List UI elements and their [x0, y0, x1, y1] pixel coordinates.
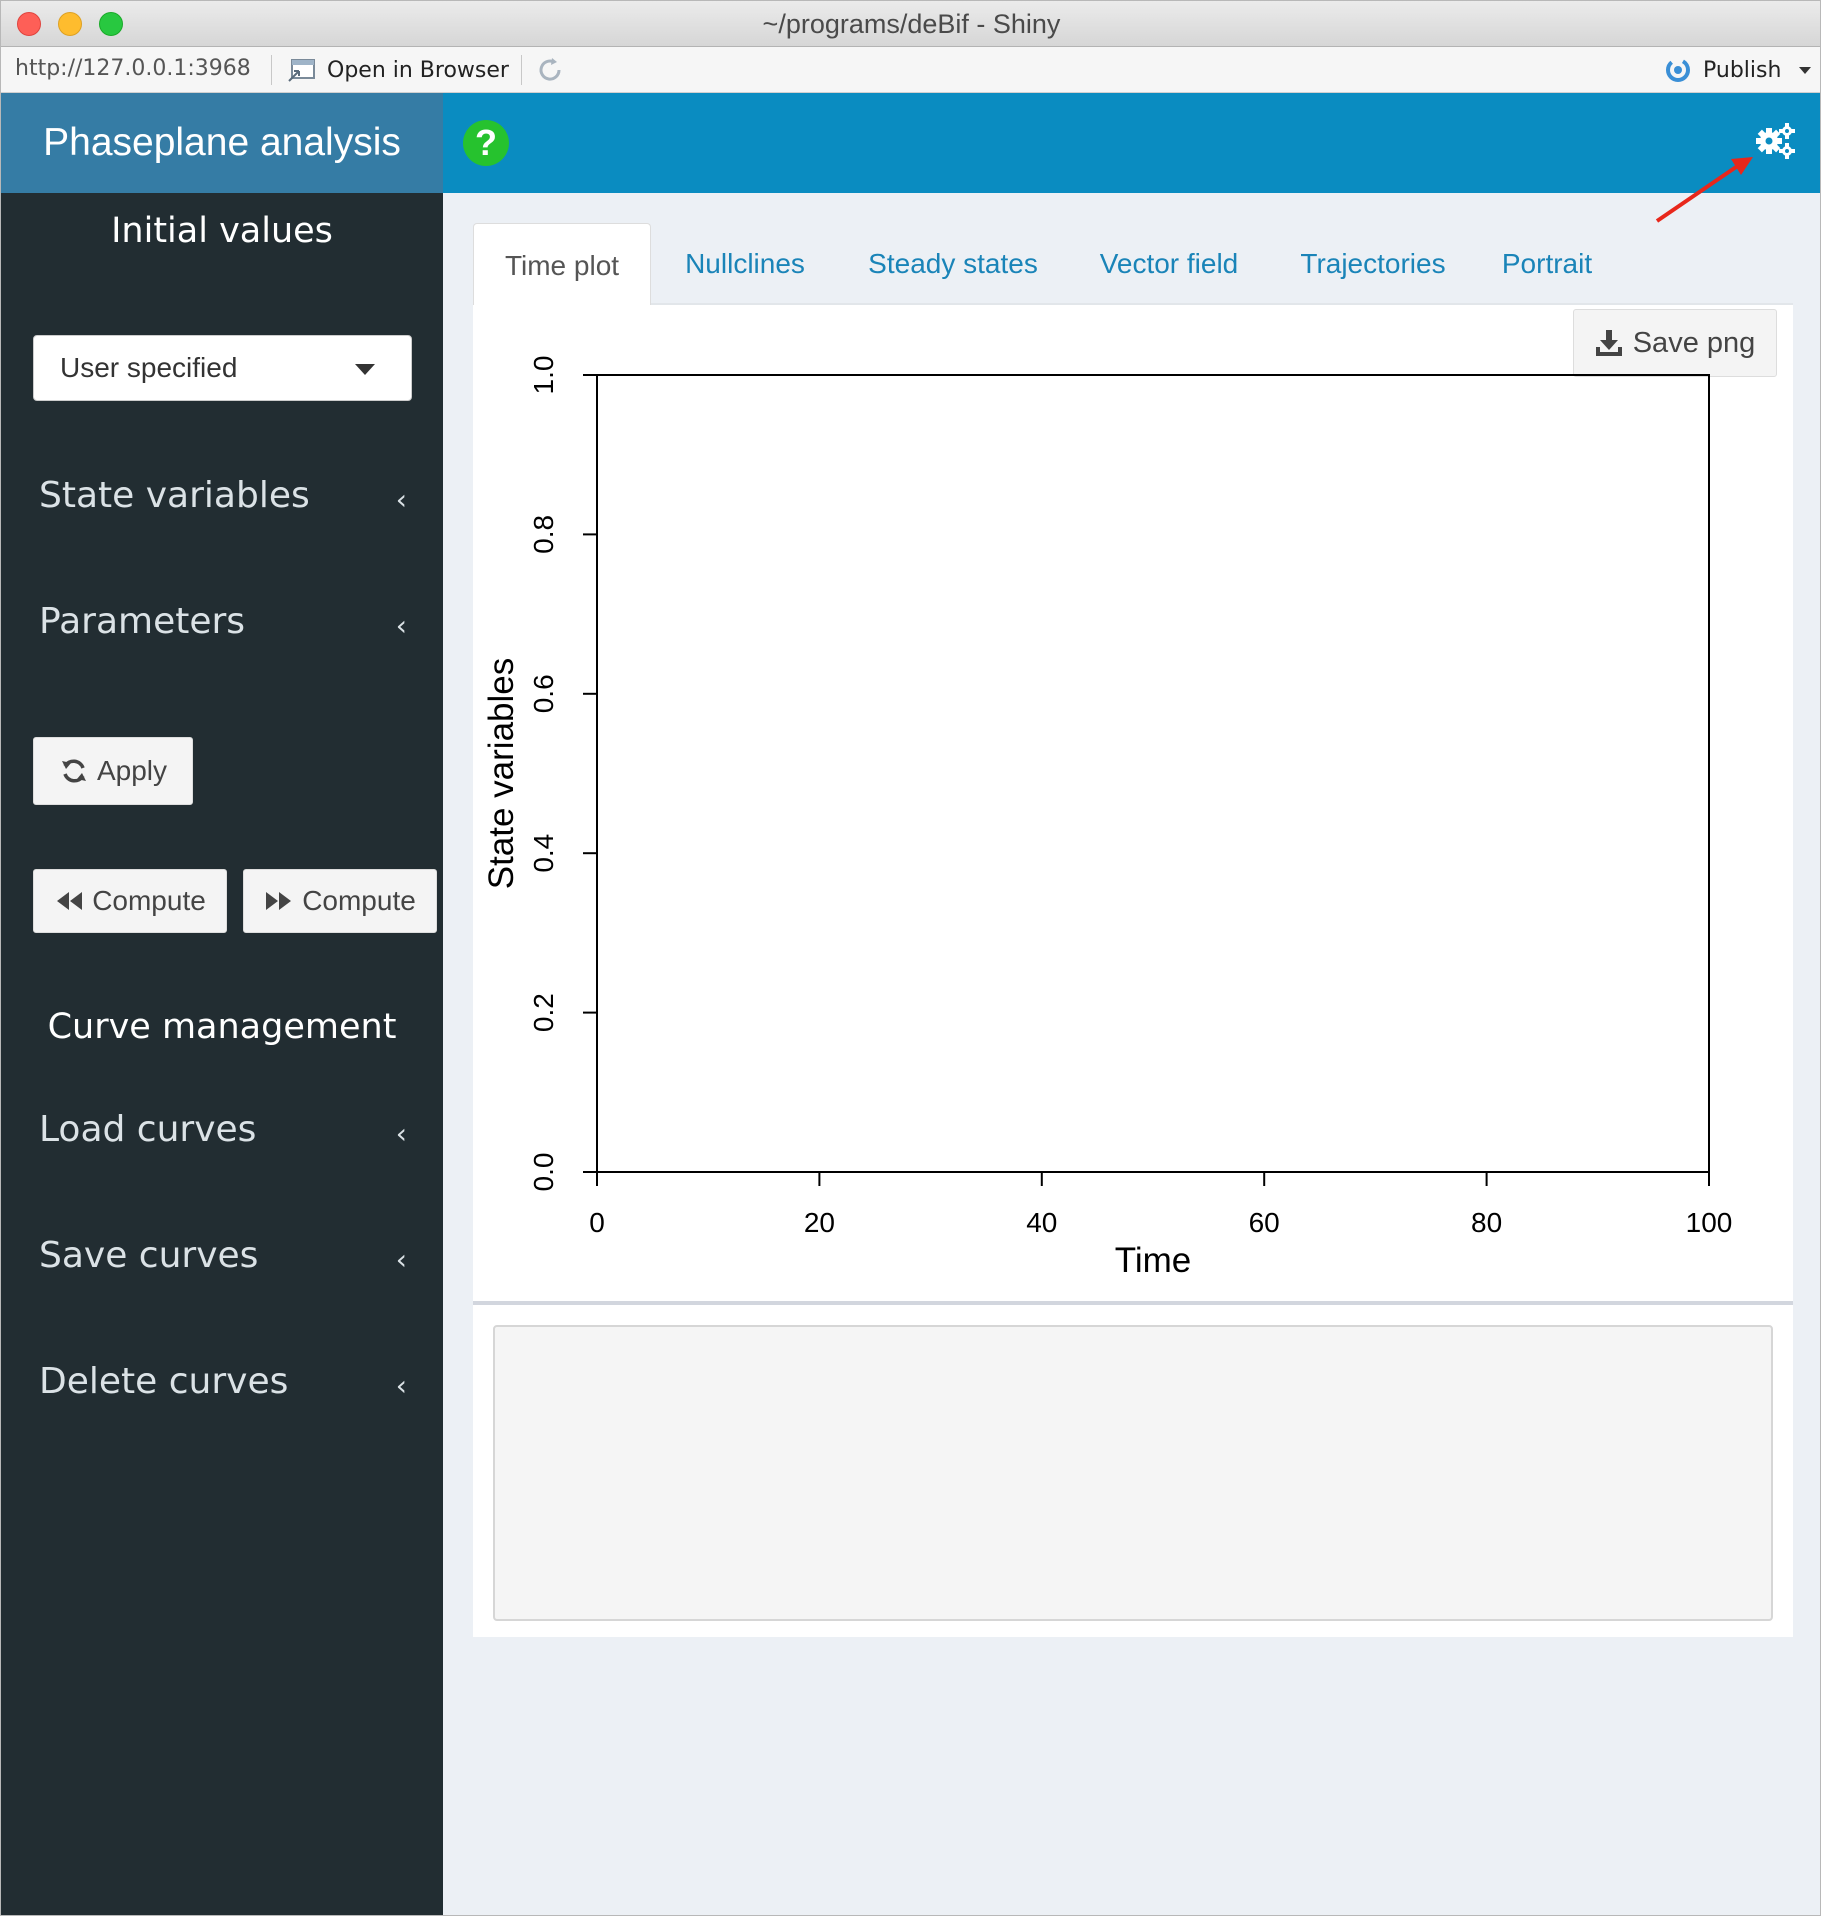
apply-label: Apply [96, 755, 168, 786]
sidebar-item-save-curves[interactable]: Save curves ‹ [1, 1225, 443, 1285]
x-tick-label: 60 [1249, 1207, 1280, 1238]
initial-values-select[interactable]: User specified [33, 335, 412, 401]
top-navbar: ? [443, 93, 1820, 193]
tab-time-plot[interactable]: Time plot [473, 223, 651, 307]
compute-forward-label: Compute [302, 885, 416, 916]
tab-bar: Time plot Nullclines Steady states Vecto… [473, 223, 1793, 307]
open-in-browser-label: Open in Browser [327, 57, 509, 83]
chevron-left-icon: ‹ [395, 483, 407, 516]
sidebar-item-label: Load curves [39, 1108, 257, 1150]
sidebar-item-label: State variables [39, 474, 310, 516]
sidebar-item-label: Save curves [39, 1234, 259, 1276]
output-panel [473, 1305, 1793, 1637]
app-window: ~/programs/deBif - Shiny http://127.0.0.… [0, 0, 1821, 1916]
curve-management-heading: Curve management [47, 1007, 397, 1047]
forward-icon [266, 892, 292, 910]
x-tick-label: 80 [1471, 1207, 1502, 1238]
apply-button[interactable]: Apply [33, 737, 193, 805]
chevron-left-icon: ‹ [395, 1243, 407, 1276]
initial-values-heading: Initial values [111, 211, 333, 251]
select-value: User specified [60, 352, 238, 383]
publish-button[interactable]: Publish [1661, 54, 1812, 86]
open-in-browser-button[interactable]: Open in Browser [287, 54, 509, 86]
y-tick-label: 1.0 [528, 356, 559, 395]
x-tick-label: 100 [1686, 1207, 1733, 1238]
tab-nullclines[interactable]: Nullclines [663, 223, 827, 305]
tab-vector-field[interactable]: Vector field [1077, 223, 1261, 305]
refresh-icon[interactable] [535, 55, 565, 85]
backward-icon [57, 892, 83, 910]
chevron-down-icon[interactable] [1799, 66, 1812, 74]
publish-icon [1666, 58, 1690, 82]
tab-trajectories[interactable]: Trajectories [1285, 223, 1461, 305]
tab-portrait[interactable]: Portrait [1483, 223, 1611, 305]
tab-steady-states[interactable]: Steady states [853, 223, 1053, 305]
y-axis-label: State variables [482, 658, 521, 890]
open-in-browser-icon [288, 59, 315, 82]
y-tick-label: 0.0 [528, 1153, 559, 1192]
x-axis-label: Time [1115, 1241, 1191, 1280]
toolbar-divider [521, 55, 522, 85]
sidebar-item-state-variables[interactable]: State variables ‹ [1, 465, 443, 525]
x-tick-label: 0 [589, 1207, 605, 1238]
url-label: http://127.0.0.1:3968 [15, 56, 251, 81]
sidebar-item-parameters[interactable]: Parameters ‹ [1, 591, 443, 651]
x-tick-label: 40 [1026, 1207, 1057, 1238]
sidebar-item-label: Parameters [39, 600, 246, 642]
compute-forward-button[interactable]: Compute [243, 869, 437, 933]
sidebar-item-delete-curves[interactable]: Delete curves ‹ [1, 1351, 443, 1411]
plot-frame [596, 374, 1710, 1173]
refresh-icon [61, 759, 86, 783]
sidebar: Initial values User specified State vari… [1, 193, 443, 1915]
app-logo: Phaseplane analysis [1, 93, 443, 193]
sidebar-item-label: Delete curves [39, 1360, 289, 1402]
caret-down-icon [355, 364, 375, 375]
window-title: ~/programs/deBif - Shiny [762, 9, 1061, 39]
y-tick-label: 0.8 [528, 515, 559, 554]
compute-backward-label: Compute [92, 885, 206, 916]
chevron-left-icon: ‹ [395, 1369, 407, 1402]
console-output [493, 1325, 1773, 1621]
annotation-arrow [1655, 157, 1753, 223]
y-tick-label: 0.2 [528, 993, 559, 1032]
chevron-left-icon: ‹ [395, 1117, 407, 1150]
sidebar-item-load-curves[interactable]: Load curves ‹ [1, 1099, 443, 1159]
chevron-left-icon: ‹ [395, 609, 407, 642]
publish-label: Publish [1703, 57, 1782, 83]
toolbar-divider [271, 55, 272, 85]
window-titlebar: ~/programs/deBif - Shiny [1, 1, 1820, 47]
help-button[interactable]: ? [463, 120, 509, 166]
time-plot-chart: 0 20 40 60 80 100 0.0 0.2 0.4 0.6 0.8 1.0 Time State … [482, 356, 1733, 1280]
viewer-toolbar: http://127.0.0.1:3968 Open in Browser Pu… [1, 47, 1820, 93]
x-tick-label: 20 [804, 1207, 835, 1238]
y-tick-label: 0.4 [528, 834, 559, 873]
y-tick-label: 0.6 [528, 674, 559, 713]
compute-backward-button[interactable]: Compute [33, 869, 227, 933]
